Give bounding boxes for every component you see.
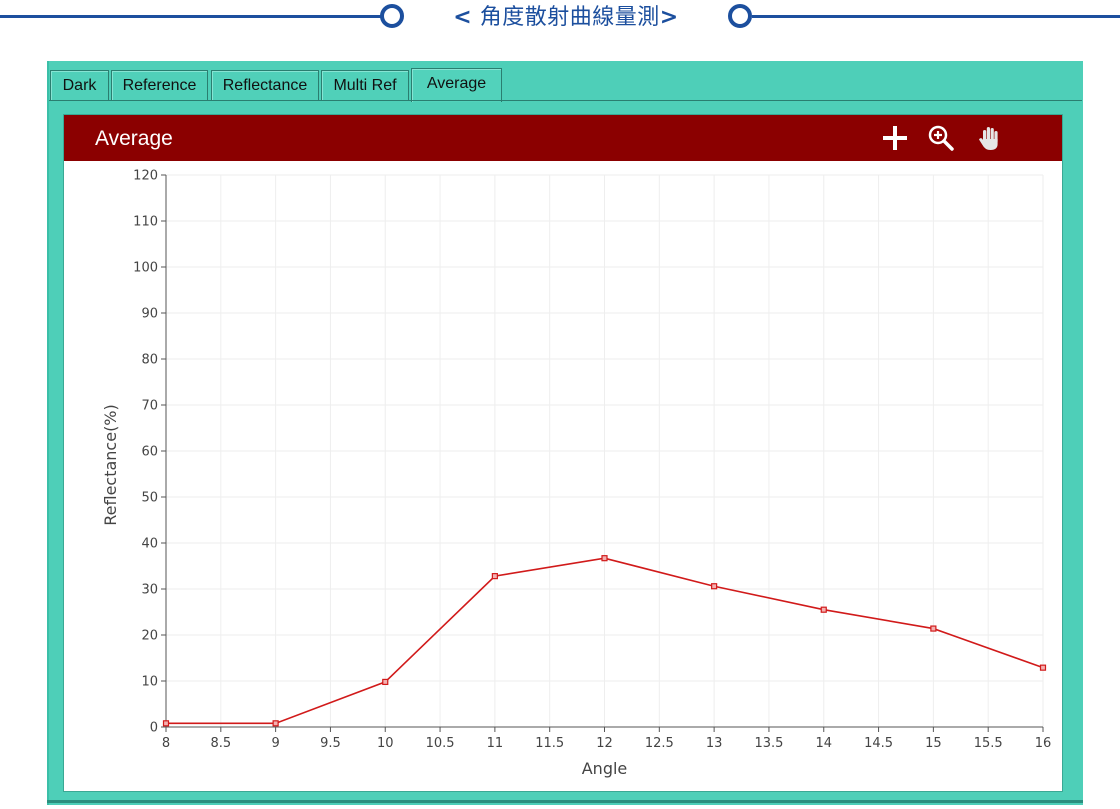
x-tick-label: 9 <box>271 736 279 751</box>
hand-pan-icon <box>979 127 998 150</box>
x-tick-label: 15.5 <box>974 736 1003 751</box>
x-tick-label: 12.5 <box>645 736 674 751</box>
circle-icon <box>380 4 404 28</box>
x-tick-label: 11.5 <box>535 736 564 751</box>
data-point-marker <box>382 678 389 686</box>
y-tick-label: 60 <box>141 445 158 460</box>
y-tick-label: 20 <box>141 629 158 644</box>
x-tick-label: 12 <box>596 736 613 751</box>
data-point-marker <box>930 625 937 632</box>
banner-title-suffix: > <box>659 5 679 30</box>
data-point-marker <box>601 555 608 562</box>
x-tick-label: 13.5 <box>754 736 783 751</box>
x-tick-label: 16 <box>1035 736 1052 751</box>
tab-dark[interactable]: Dark <box>50 70 109 100</box>
banner-title-text: 角度散射曲線量測 <box>479 5 660 30</box>
circle-icon <box>728 4 752 28</box>
y-axis-title: Reflectance(%) <box>101 404 120 526</box>
y-tick-label: 0 <box>150 721 158 736</box>
crosshair-tool-button[interactable] <box>880 123 910 153</box>
y-tick-label: 80 <box>141 353 158 368</box>
y-tick-label: 10 <box>141 675 158 690</box>
chart-grid <box>165 174 1044 728</box>
x-tick-label: 9.5 <box>320 736 341 751</box>
window-border <box>47 61 49 805</box>
window-bottom-border <box>47 800 1083 803</box>
x-axis-title: Angle <box>582 759 628 778</box>
app-window: Dark Reference Reflectance Multi Ref Ave… <box>47 61 1083 805</box>
y-tick-label: 30 <box>141 583 158 598</box>
y-tick-label: 40 <box>141 537 158 552</box>
data-point-marker <box>1039 664 1047 671</box>
chart-canvas: 0 10 20 30 40 50 60 70 80 90 100 110 120 8 8.5 9 9.5 10 10… <box>101 169 1051 779</box>
x-tick-label: 14.5 <box>864 736 893 751</box>
x-tick-label: 15 <box>925 736 942 751</box>
zoom-in-icon <box>928 125 954 151</box>
tab-reference[interactable]: Reference <box>111 70 208 100</box>
banner-rule-left <box>0 15 383 18</box>
banner-title-prefix: < <box>453 5 473 30</box>
data-point-marker <box>491 573 498 580</box>
y-tick-label: 50 <box>141 491 158 506</box>
data-point-marker <box>272 720 279 727</box>
y-tick-label: 90 <box>141 307 158 322</box>
section-banner: < 角度散射曲線量測> <box>0 0 1120 40</box>
tab-average[interactable]: Average <box>411 68 502 102</box>
tab-strip-divider <box>49 100 1082 101</box>
y-tick-label: 110 <box>133 215 158 230</box>
zoom-tool-button[interactable] <box>926 123 956 153</box>
x-tick-label: 8 <box>162 736 170 751</box>
x-tick-label: 10 <box>377 736 394 751</box>
crosshair-icon <box>883 126 907 150</box>
data-point-marker <box>820 606 827 613</box>
y-tick-label: 70 <box>141 399 158 414</box>
x-tick-label: 11 <box>487 736 504 751</box>
tab-multi-ref[interactable]: Multi Ref <box>321 70 409 100</box>
panel-header: Average <box>64 115 1062 161</box>
x-tick-label: 8.5 <box>210 736 231 751</box>
chart-panel: Average 0 10 20 30 40 50 60 70 80 90 100… <box>64 115 1062 791</box>
banner-rule-right <box>752 15 1120 18</box>
pan-tool-button[interactable] <box>974 123 1004 153</box>
data-point-marker <box>711 583 718 590</box>
x-tick-label: 10.5 <box>426 736 455 751</box>
data-point-marker <box>162 720 170 727</box>
y-tick-label: 100 <box>133 261 158 276</box>
panel-title: Average <box>95 127 173 150</box>
y-tick-label: 120 <box>133 169 158 184</box>
x-tick-label: 13 <box>706 736 723 751</box>
reflectance-chart: 0 10 20 30 40 50 60 70 80 90 100 110 120 8 8.5 9 9.5 10 10… <box>64 161 1062 791</box>
x-tick-label: 14 <box>815 736 832 751</box>
banner-title: < 角度散射曲線量測> <box>434 3 698 33</box>
tab-reflectance[interactable]: Reflectance <box>211 70 319 100</box>
chart-axes: 0 10 20 30 40 50 60 70 80 90 100 110 120 8 8.5 9 9.5 10 10… <box>133 169 1051 752</box>
